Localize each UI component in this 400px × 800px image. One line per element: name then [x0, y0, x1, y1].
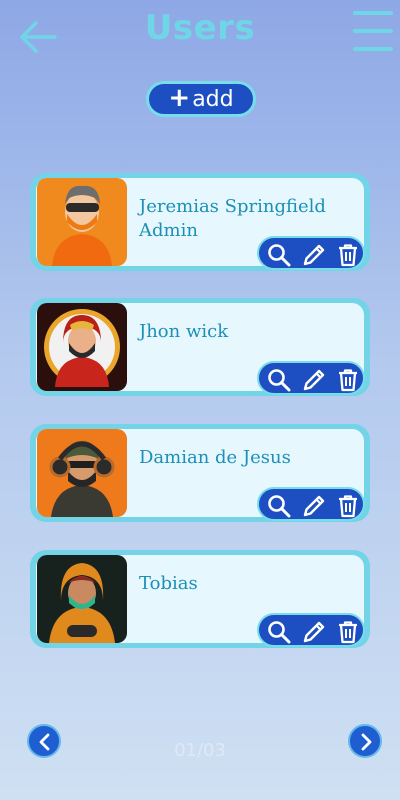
user-avatar	[37, 555, 127, 643]
plus-icon: +	[168, 83, 191, 113]
trash-icon[interactable]	[335, 493, 361, 519]
user-avatar	[37, 303, 127, 391]
user-card[interactable]: Jeremias Springfield Admin	[30, 173, 370, 271]
user-name: Damian de Jesus	[139, 447, 291, 468]
search-icon[interactable]	[266, 493, 292, 519]
user-card[interactable]: Damian de Jesus	[30, 424, 370, 522]
chevron-right-icon	[361, 733, 372, 751]
search-icon[interactable]	[266, 619, 292, 645]
hamburger-menu-icon	[353, 11, 393, 51]
row-actions	[257, 361, 365, 395]
trash-icon[interactable]	[335, 367, 361, 393]
pencil-icon[interactable]	[301, 619, 327, 645]
add-user-button[interactable]: + add	[146, 81, 256, 117]
pencil-icon[interactable]	[301, 242, 327, 268]
user-avatar	[37, 429, 127, 517]
pencil-icon[interactable]	[301, 367, 327, 393]
add-button-label: add	[192, 86, 234, 112]
row-actions	[257, 487, 365, 521]
next-page-button[interactable]	[348, 724, 382, 758]
users-screen: Users + add Jeremias Springfield Admin J…	[0, 0, 400, 800]
user-card[interactable]: Tobias	[30, 550, 370, 648]
row-actions	[257, 236, 365, 270]
page-title: Users	[144, 8, 256, 48]
user-name: Jhon wick	[139, 321, 229, 342]
search-icon[interactable]	[266, 242, 292, 268]
page-indicator: 01/03	[174, 740, 226, 761]
search-icon[interactable]	[266, 367, 292, 393]
user-name: Tobias	[139, 573, 198, 594]
row-actions	[257, 613, 365, 647]
trash-icon[interactable]	[335, 242, 361, 268]
user-avatar	[37, 178, 127, 266]
pencil-icon[interactable]	[301, 493, 327, 519]
trash-icon[interactable]	[335, 619, 361, 645]
menu-button[interactable]	[352, 10, 394, 54]
user-card[interactable]: Jhon wick	[30, 298, 370, 396]
